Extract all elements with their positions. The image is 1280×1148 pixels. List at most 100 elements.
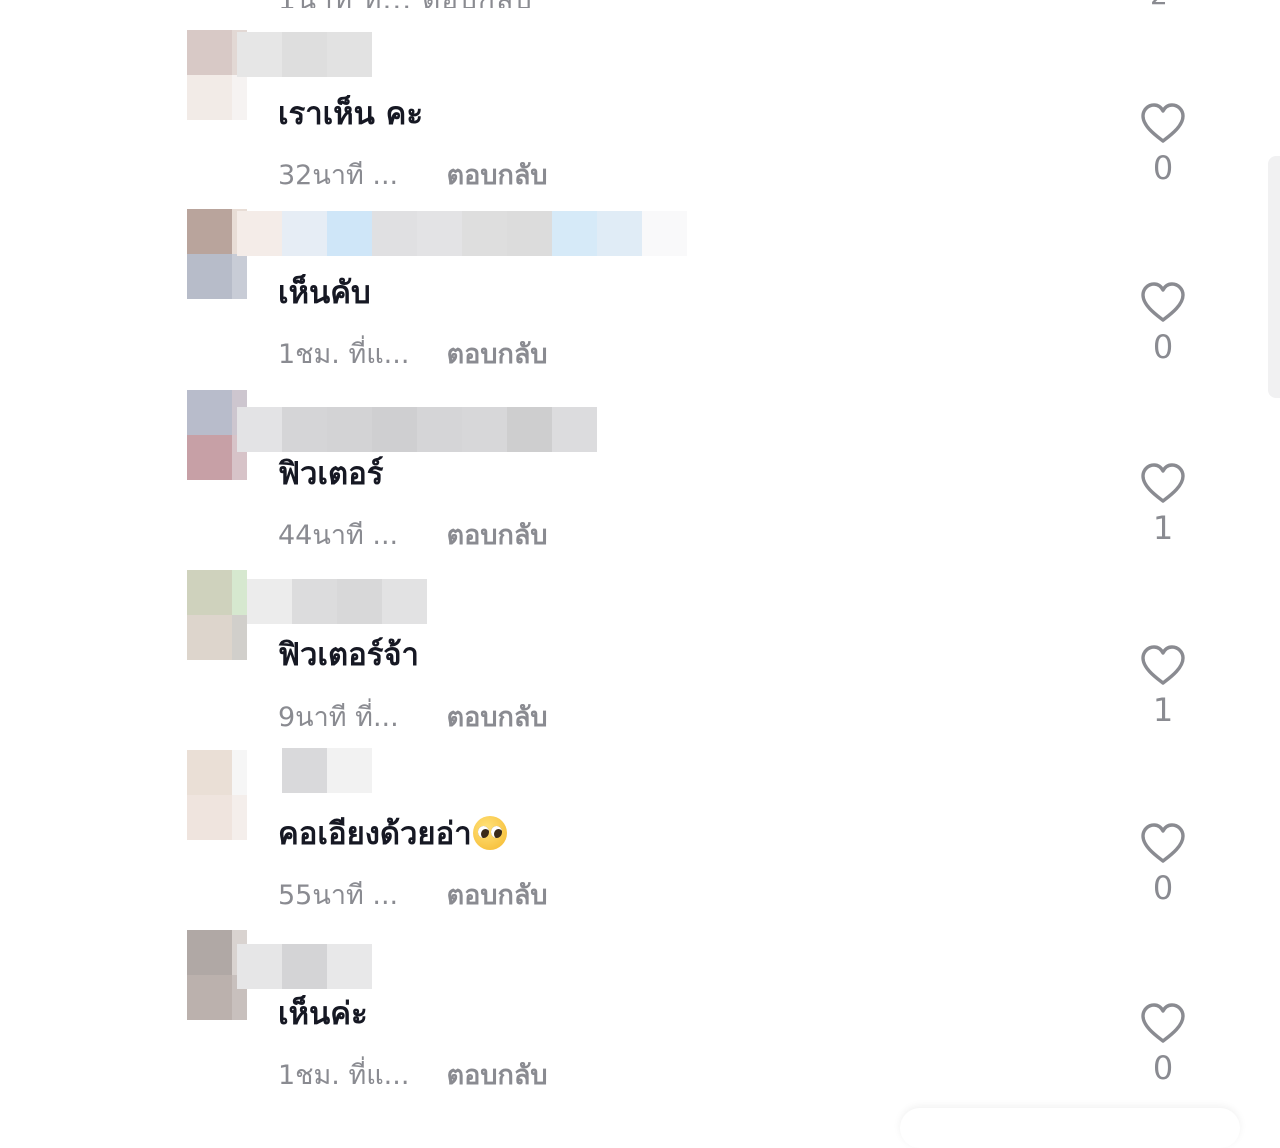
username-pixel (337, 579, 382, 624)
avatar-pixel (187, 615, 232, 660)
username-pixel (327, 944, 372, 989)
comment-meta: 55นาที ... ตอบกลับ (278, 876, 548, 916)
username-pixel (282, 407, 327, 452)
scrollbar[interactable] (1268, 156, 1280, 398)
username-pixel (282, 748, 327, 793)
username-pixel (462, 211, 507, 256)
avatar-pixel (187, 254, 232, 299)
avatar-pixel (187, 570, 232, 615)
heart-icon[interactable] (1140, 822, 1186, 864)
bottom-sheet-edge (900, 1108, 1240, 1148)
reply-button[interactable]: ตอบกลับ (447, 698, 548, 738)
comment-text: ฟิวเตอร์ (278, 456, 384, 492)
username-pixel (462, 407, 507, 452)
comment-text: ฟิวเตอร์จ้า (278, 637, 419, 673)
like-count: 0 (1152, 869, 1174, 907)
username-pixel (552, 211, 597, 256)
heart-icon[interactable] (1140, 1002, 1186, 1044)
heart-icon[interactable] (1140, 281, 1186, 323)
heart-icon[interactable] (1140, 462, 1186, 504)
reply-button[interactable]: ตอบกลับ (447, 516, 548, 556)
username-blurred[interactable] (237, 407, 597, 452)
username-blurred[interactable] (237, 211, 687, 256)
like-control: 1 (1136, 644, 1190, 730)
heart-icon[interactable] (1140, 102, 1186, 144)
comment-item: เห็นคับ 1ชม. ที่แ... ตอบกลับ 0 (0, 209, 1280, 390)
username-blurred[interactable] (247, 579, 427, 624)
username-pixel (292, 579, 337, 624)
username-pixel (597, 211, 642, 256)
username-pixel (552, 407, 597, 452)
comment-text: คอเอียงด้วยอ่า (278, 812, 507, 856)
comment-time: 44นาที ... (278, 520, 399, 551)
username-pixel (417, 407, 462, 452)
comment-item: เราเห็น คะ 32นาที ... ตอบกลับ 0 (0, 30, 1280, 211)
comment-item: ฟิวเตอร์ 44นาที ... ตอบกลับ 1 (0, 390, 1280, 571)
avatar[interactable] (187, 570, 247, 660)
comment-meta: 1ชม. ที่แ... ตอบกลับ (278, 335, 548, 375)
username-pixel (282, 32, 327, 77)
partial-comment-above: 1นาที ที่... ตอบกลับ 2 (0, 0, 1280, 8)
comment-meta: 1ชม. ที่แ... ตอบกลับ (278, 1056, 548, 1096)
username-pixel (642, 211, 687, 256)
username-pixel (327, 32, 372, 77)
avatar-pixel (232, 75, 247, 120)
avatar-pixel (187, 750, 232, 795)
avatar-pixel (187, 30, 232, 75)
like-count: 0 (1152, 149, 1174, 187)
avatar-pixel (232, 254, 247, 299)
avatar-pixel (232, 795, 247, 840)
username-pixel (372, 211, 417, 256)
like-count: 0 (1152, 1049, 1174, 1087)
avatar-pixel (187, 390, 232, 435)
avatar-pixel (232, 615, 247, 660)
comment-item: ฟิวเตอร์จ้า 9นาที ที่... ตอบกลับ 1 (0, 570, 1280, 751)
username-pixel (247, 579, 292, 624)
username-pixel (237, 32, 282, 77)
reply-button[interactable]: ตอบกลับ (447, 156, 548, 196)
username-pixel (417, 211, 462, 256)
username-pixel (282, 211, 327, 256)
like-count: 1 (1152, 691, 1174, 729)
like-control: 0 (1136, 822, 1190, 908)
comment-meta: 44นาที ... ตอบกลับ (278, 516, 548, 556)
username-pixel (237, 211, 282, 256)
username-pixel (507, 211, 552, 256)
comment-time: 1ชม. ที่แ... (278, 1060, 410, 1091)
comment-text: เห็นค่ะ (278, 996, 368, 1032)
like-control: 1 (1136, 462, 1190, 548)
partial-comment-meta: 1นาที ที่... ตอบกลับ (278, 0, 533, 8)
heart-icon[interactable] (1140, 644, 1186, 686)
like-control: 0 (1136, 1002, 1190, 1088)
avatar-pixel (187, 435, 232, 480)
like-control: 0 (1136, 102, 1190, 188)
comment-item: คอเอียงด้วยอ่า 55นาที ... ตอบกลับ 0 (0, 748, 1280, 931)
avatar-pixel (232, 570, 247, 615)
avatar-pixel (187, 209, 232, 254)
avatar-pixel (187, 975, 232, 1020)
username-pixel (382, 579, 427, 624)
comment-time: 9นาที ที่... (278, 702, 399, 733)
avatar[interactable] (187, 750, 247, 840)
reply-button[interactable]: ตอบกลับ (447, 1056, 548, 1096)
reply-button[interactable]: ตอบกลับ (447, 876, 548, 916)
comment-meta: 32นาที ... ตอบกลับ (278, 156, 548, 196)
username-blurred[interactable] (237, 32, 372, 77)
reply-button[interactable]: ตอบกลับ (447, 335, 548, 375)
username-pixel (327, 407, 372, 452)
username-blurred[interactable] (282, 748, 372, 793)
comment-item: เห็นค่ะ 1ชม. ที่แ... ตอบกลับ 0 (0, 930, 1280, 1111)
comment-time: 55นาที ... (278, 880, 399, 911)
pleading-face-emoji-icon (472, 816, 507, 850)
like-count: 1 (1152, 509, 1174, 547)
username-pixel (282, 944, 327, 989)
comment-time: 1ชม. ที่แ... (278, 339, 410, 370)
avatar-pixel (232, 750, 247, 795)
username-pixel (372, 407, 417, 452)
username-pixel (507, 407, 552, 452)
username-pixel (237, 944, 282, 989)
like-count: 0 (1152, 328, 1174, 366)
username-blurred[interactable] (237, 944, 372, 989)
partial-like-count: 2 (1150, 0, 1168, 8)
comment-text: เห็นคับ (278, 275, 371, 311)
